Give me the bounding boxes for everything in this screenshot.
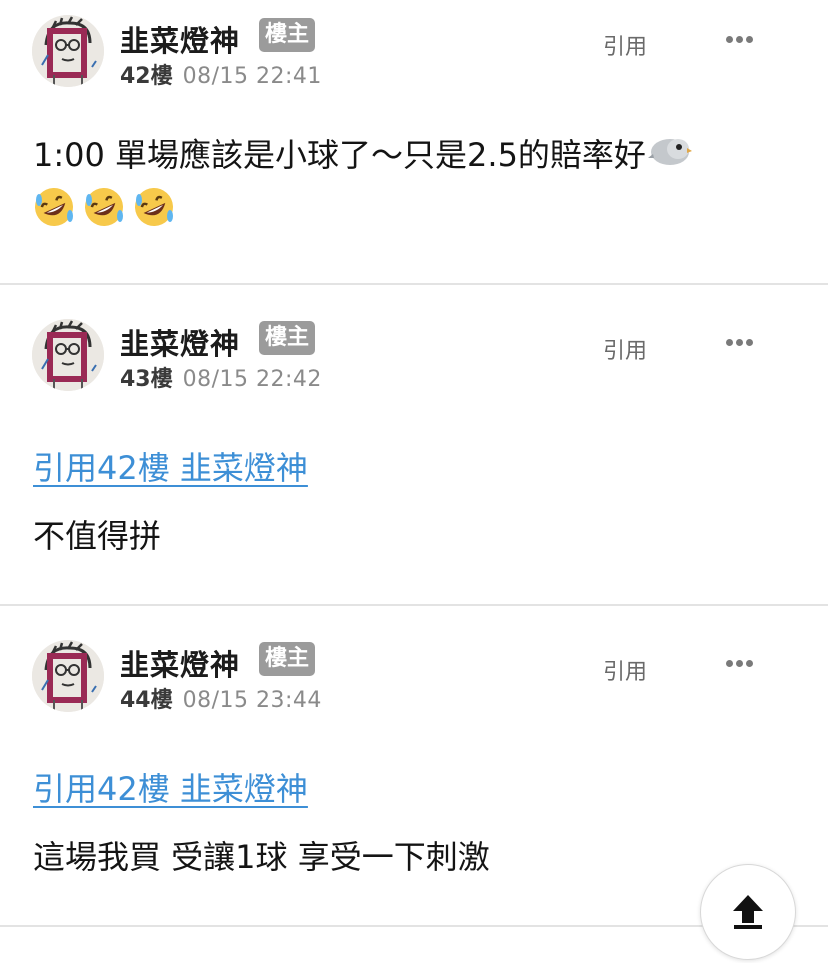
quote-button[interactable]: 引用: [603, 654, 647, 686]
rofl-emoji: [83, 186, 125, 245]
scroll-to-top-button[interactable]: [700, 864, 796, 960]
more-dots-icon[interactable]: [722, 31, 758, 47]
post-meta: 42樓 08/15 22:41: [120, 58, 322, 90]
post-meta: 43樓 08/15 22:42: [120, 361, 322, 393]
rofl-emoji: [133, 186, 175, 245]
username[interactable]: 韭菜燈神: [120, 321, 240, 363]
quote-reference-link[interactable]: 引用42樓 韭菜燈神: [33, 767, 308, 811]
post-42: 韭菜燈神 樓主 42樓 08/15 22:41 引用 1:00 單場應該是小球了～…: [0, 0, 828, 285]
post-text: 不值得拼: [33, 517, 162, 555]
floor-number: 43樓: [120, 367, 173, 392]
more-dots-icon[interactable]: [722, 334, 758, 350]
post-meta: 44樓 08/15 23:44: [120, 682, 322, 714]
post-time: 08/15 22:42: [182, 367, 322, 392]
username[interactable]: 韭菜燈神: [120, 18, 240, 60]
more-dots-icon[interactable]: [722, 655, 758, 671]
op-badge: 樓主: [259, 642, 316, 676]
quote-reference-link[interactable]: 引用42樓 韭菜燈神: [33, 446, 308, 490]
post-content: 引用42樓 韭菜燈神 這場我買 受讓1球 享受一下刺激: [33, 761, 788, 885]
avatar[interactable]: [32, 15, 104, 87]
post-43: 韭菜燈神 樓主 43樓 08/15 22:42 引用 引用42樓 韭菜燈神 不值得…: [0, 285, 828, 606]
quote-button[interactable]: 引用: [603, 29, 647, 61]
post-time: 08/15 22:41: [182, 64, 322, 89]
post-text: 1:00 單場應該是小球了～只是2.5的賠率好: [33, 136, 646, 174]
floor-number: 44樓: [120, 688, 173, 713]
quote-button[interactable]: 引用: [603, 333, 647, 365]
post-time: 08/15 23:44: [182, 688, 322, 713]
arrow-up-icon: [733, 895, 763, 929]
post-text: 這場我買 受讓1球 享受一下刺激: [33, 838, 490, 876]
op-badge: 樓主: [259, 321, 316, 355]
post-content: 引用42樓 韭菜燈神 不值得拼: [33, 440, 788, 564]
bird-emoji: [647, 129, 692, 185]
username[interactable]: 韭菜燈神: [120, 642, 240, 684]
floor-number: 42樓: [120, 64, 173, 89]
op-badge: 樓主: [259, 18, 316, 52]
rofl-emoji: [33, 186, 75, 245]
post-content: 1:00 單場應該是小球了～只是2.5的賠率好: [33, 127, 788, 245]
avatar[interactable]: [32, 319, 104, 391]
avatar[interactable]: [32, 640, 104, 712]
